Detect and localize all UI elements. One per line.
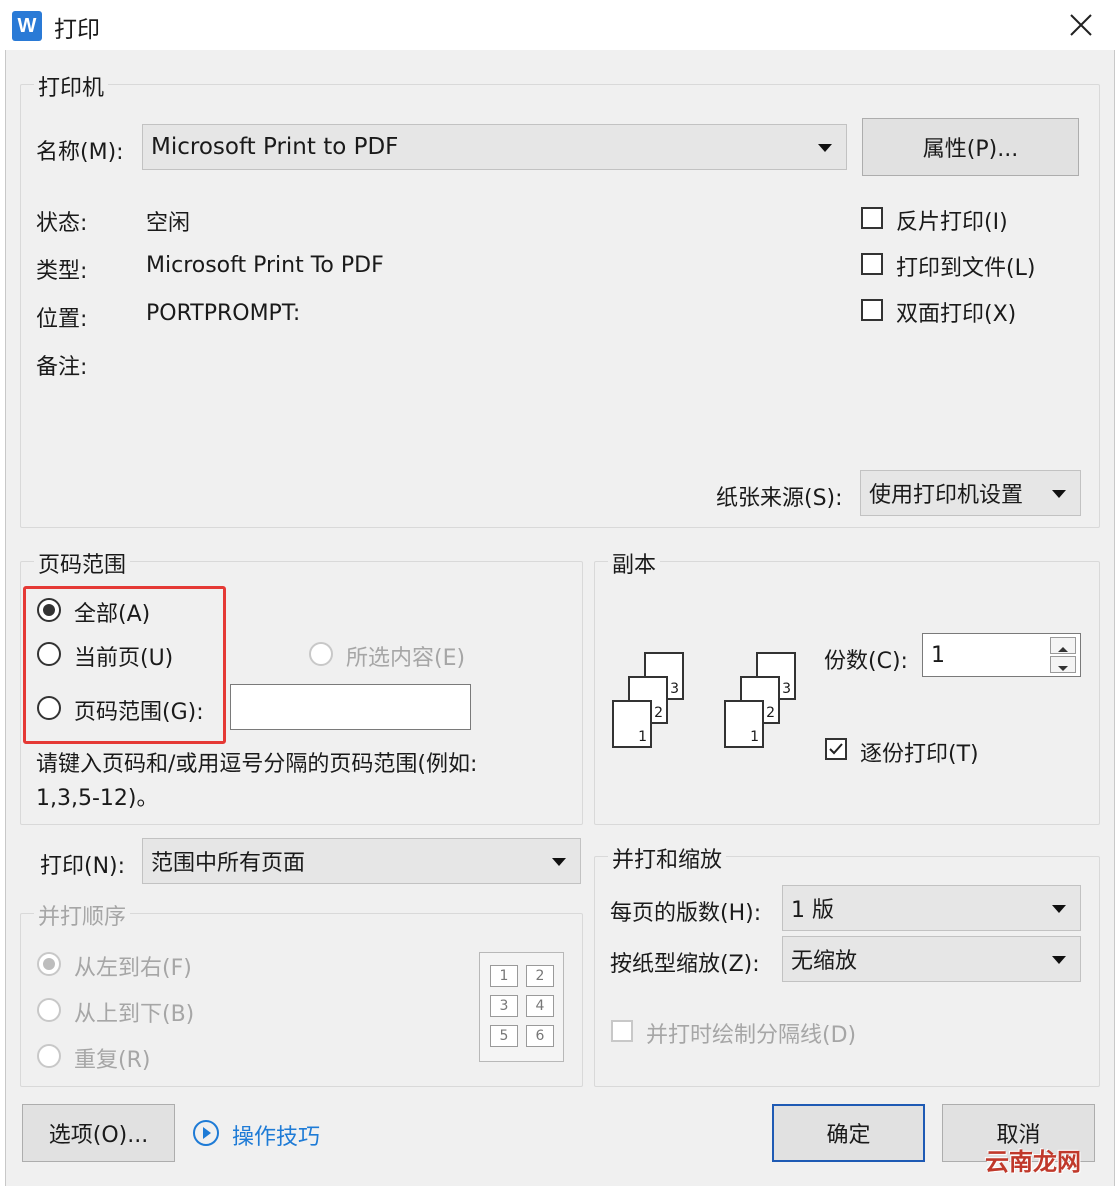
print-to-file-label[interactable]: 打印到文件(L) [896,250,1035,282]
properties-button[interactable]: 属性(P)... [862,118,1079,176]
reverse-print-checkbox[interactable] [861,207,883,229]
range-pages-label[interactable]: 页码范围(G): [74,694,204,726]
chevron-down-icon [552,858,566,866]
page-range-group-title: 页码范围 [34,547,131,579]
radio-dot [43,604,55,616]
range-current-label[interactable]: 当前页(U) [74,640,173,672]
comment-label: 备注: [36,355,88,380]
scale-value: 无缩放 [791,949,858,974]
watermark: 云南龙网 [985,1148,1081,1176]
scale-label: 按纸型缩放(Z): [610,952,760,977]
left-to-right-label[interactable]: 从左到右(F) [74,950,192,982]
spinner-up-button[interactable] [1050,637,1076,654]
range-all-label[interactable]: 全部(A) [74,596,150,628]
range-all-radio[interactable] [37,598,61,622]
printer-name-value: Microsoft Print to PDF [151,134,399,160]
page-range-hint-example: 1,3,5-12)。 [36,786,159,811]
range-pages-radio[interactable] [37,696,61,720]
grid-cell: 6 [526,1025,554,1047]
chevron-down-icon [1052,956,1066,964]
copies-count-spinner[interactable]: 1 [922,633,1081,677]
status-label: 状态: [36,211,88,236]
ok-button[interactable]: 确定 [772,1104,925,1162]
paper-source-select[interactable]: 使用打印机设置 [860,470,1081,516]
page-range-hint: 请键入页码和/或用逗号分隔的页码范围(例如: [36,752,478,777]
uncollated-pages-icon: 3 2 1 [612,650,692,750]
paper-source-label: 纸张来源(S): [716,486,843,511]
order-preview-grid: 1 2 3 4 5 6 [479,952,564,1062]
spinner-down-button[interactable] [1050,656,1076,673]
print-what-value: 范围中所有页面 [151,851,306,876]
reverse-print-label[interactable]: 反片打印(I) [896,204,1008,236]
page-range-input[interactable] [230,684,471,730]
printer-name-select[interactable]: Microsoft Print to PDF [142,124,847,170]
chevron-down-icon [818,144,832,152]
type-value: Microsoft Print To PDF [146,253,384,278]
location-label: 位置: [36,307,88,332]
pages-per-sheet-label: 每页的版数(H): [610,901,762,926]
page-number: 3 [782,681,791,697]
grid-cell: 4 [526,995,554,1017]
duplex-label[interactable]: 双面打印(X) [896,296,1016,328]
draw-borders-label[interactable]: 并打时绘制分隔线(D) [646,1017,856,1049]
tips-link[interactable]: 操作技巧 [232,1119,320,1151]
close-icon[interactable] [1066,10,1096,40]
top-to-bottom-label[interactable]: 从上到下(B) [74,996,194,1028]
print-what-label: 打印(N): [40,854,126,879]
print-order-group-title: 并打顺序 [34,899,131,931]
copies-count-label: 份数(C): [824,649,908,674]
status-value: 空闲 [146,211,191,236]
repeat-radio[interactable] [37,1044,61,1068]
play-circle-icon[interactable] [192,1119,220,1147]
range-selection-label[interactable]: 所选内容(E) [346,640,465,672]
window-title: 打印 [54,17,100,43]
left-to-right-radio[interactable] [37,952,61,976]
pages-per-sheet-value: 1 版 [791,898,834,923]
grid-cell: 5 [490,1025,518,1047]
page-number: 2 [654,705,663,721]
range-current-radio[interactable] [37,642,61,666]
grid-cell: 1 [490,965,518,987]
range-selection-radio[interactable] [309,642,333,666]
collate-label[interactable]: 逐份打印(T) [860,736,979,768]
page-number: 1 [638,729,647,745]
zoom-group-title: 并打和缩放 [608,842,727,874]
collated-pages-icon: 3 2 1 [724,650,804,750]
page-number: 2 [766,705,775,721]
chevron-down-icon [1052,490,1066,498]
wps-writer-icon: W [12,11,42,41]
repeat-label[interactable]: 重复(R) [74,1042,150,1074]
grid-cell: 3 [490,995,518,1017]
paper-source-value: 使用打印机设置 [869,483,1024,508]
options-button[interactable]: 选项(O)... [22,1104,175,1162]
type-label: 类型: [36,259,88,284]
copies-group-title: 副本 [608,547,661,579]
location-value: PORTPROMPT: [146,301,301,326]
chevron-down-icon [1052,905,1066,913]
page-number: 1 [750,729,759,745]
duplex-checkbox[interactable] [861,299,883,321]
pages-per-sheet-select[interactable]: 1 版 [782,885,1081,931]
title-bar: W 打印 [0,0,1118,50]
radio-dot [43,958,55,970]
printer-name-label: 名称(M): [36,140,124,165]
grid-cell: 2 [526,965,554,987]
top-to-bottom-radio[interactable] [37,998,61,1022]
collate-checkbox[interactable] [825,738,847,760]
print-to-file-checkbox[interactable] [861,253,883,275]
page-number: 3 [670,681,679,697]
copies-count-value: 1 [931,643,945,668]
printer-group-title: 打印机 [34,70,109,102]
draw-borders-checkbox[interactable] [611,1020,633,1042]
scale-select[interactable]: 无缩放 [782,936,1081,982]
print-what-select[interactable]: 范围中所有页面 [142,838,581,884]
